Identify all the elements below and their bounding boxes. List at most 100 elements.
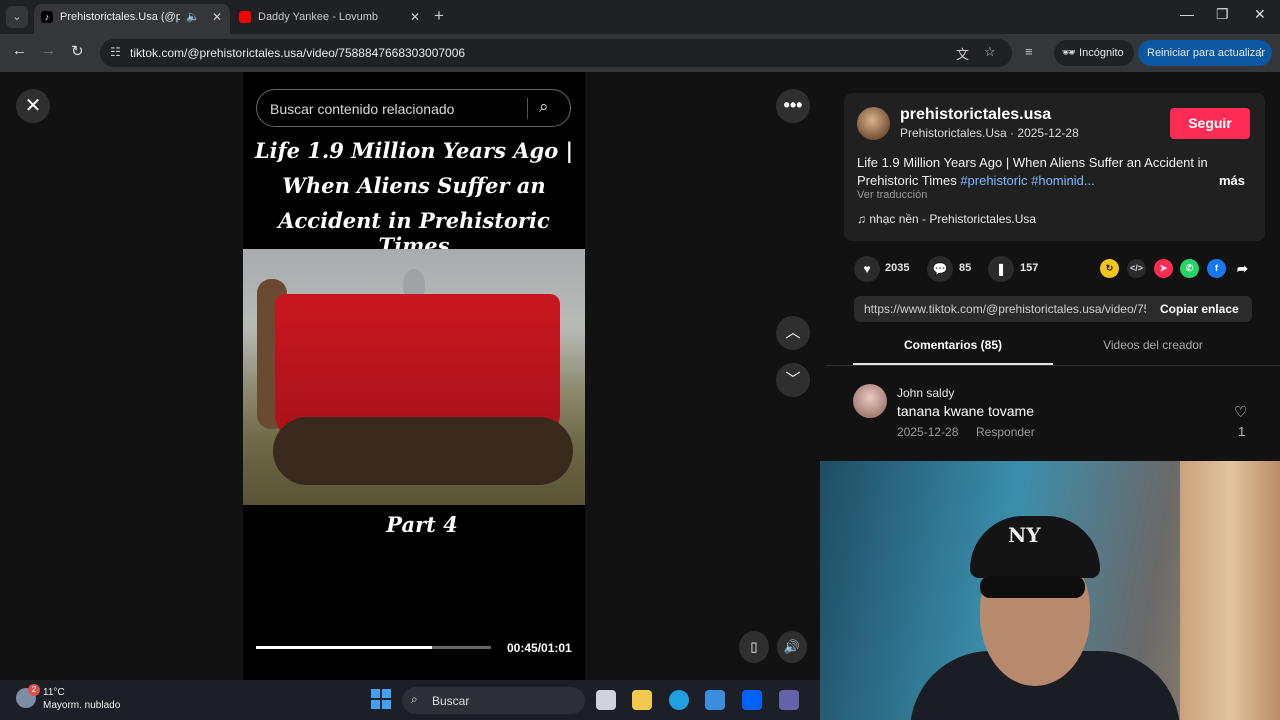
taskbar-search-label: Buscar — [432, 694, 470, 708]
minimize-icon[interactable]: — — [1180, 6, 1194, 22]
task-view-icon[interactable] — [596, 690, 616, 710]
share-link-box: https://www.tiktok.com/@prehistorictales… — [854, 296, 1252, 322]
incognito-badge[interactable]: 🕶 Incógnito — [1054, 40, 1134, 66]
forward-icon[interactable]: → — [41, 42, 56, 59]
creator-display-name: Prehistorictales.Usa — [900, 126, 1007, 140]
address-bar[interactable]: ☷ tiktok.com/@prehistorictales.usa/video… — [100, 39, 1012, 67]
teams-icon[interactable] — [779, 690, 799, 710]
tab-search-button[interactable]: ⌄ — [6, 6, 28, 28]
comment-like-heart-icon[interactable]: ♡ — [1234, 403, 1247, 421]
tab-creator-videos[interactable]: Videos del creador — [1053, 338, 1253, 352]
incognito-icon: 🕶 — [1062, 47, 1080, 59]
previous-video-button[interactable]: ︿ — [776, 316, 810, 350]
facebook-icon[interactable]: f — [1207, 259, 1226, 278]
curtain — [1180, 461, 1280, 720]
dropbox-icon[interactable] — [742, 690, 762, 710]
creator-username[interactable]: prehistorictales.usa — [900, 106, 1051, 124]
music-row[interactable]: ♫ nhạc nền - Prehistorictales.Usa — [857, 212, 1036, 226]
share-arrow-icon[interactable]: ➦ — [1233, 259, 1252, 278]
weather-temperature[interactable]: 11°C — [43, 687, 65, 698]
hashtag-links[interactable]: #prehistoric #hominid... — [960, 173, 1094, 188]
see-translation-link[interactable]: Ver traducción — [857, 189, 927, 201]
sunglasses — [980, 576, 1085, 598]
bookmark-icon[interactable]: ❚ — [988, 256, 1014, 282]
comment-avatar[interactable] — [853, 384, 887, 418]
update-button[interactable]: Reiniciar para actualizar ⋮ — [1138, 40, 1272, 66]
description-line-2: Prehistoric Times #prehistoric #hominid.… — [857, 173, 1095, 188]
comment-like-count: 1 — [1238, 424, 1246, 439]
autoscroll-icon[interactable]: ▯ — [739, 631, 769, 663]
creator-meta: Prehistorictales.Usa · 2025-12-28 — [900, 126, 1079, 140]
windows-start-icon[interactable] — [371, 689, 391, 709]
follow-button[interactable]: Seguir — [1170, 108, 1250, 139]
star-icon[interactable]: ☆ — [984, 44, 996, 60]
search-placeholder: Buscar contenido relacionado — [270, 101, 455, 117]
tiktok-favicon-icon: ♪ — [41, 11, 53, 23]
description-text: Prehistoric Times — [857, 173, 961, 188]
browser-toolbar: ← → ↻ ☷ tiktok.com/@prehistorictales.usa… — [0, 34, 1280, 72]
related-search-input[interactable]: Buscar contenido relacionado ⌕ — [256, 89, 571, 127]
creator-avatar[interactable] — [857, 107, 890, 140]
share-link-url[interactable]: https://www.tiktok.com/@prehistorictales… — [864, 302, 1146, 316]
tab-tiktok[interactable]: ♪ Prehistorictales.Usa (@prehis 🔈 ✕ — [34, 4, 230, 34]
new-tab-icon[interactable]: + — [434, 6, 444, 26]
tab-comments[interactable]: Comentarios (85) — [853, 338, 1053, 352]
video-progress-bar[interactable] — [256, 646, 491, 649]
address-url[interactable]: tiktok.com/@prehistorictales.usa/video/7… — [130, 46, 465, 60]
comment-username[interactable]: John saldy — [897, 386, 954, 400]
weather-condition[interactable]: Mayorm. nublado — [43, 700, 120, 711]
more-options-button[interactable]: ••• — [776, 89, 810, 123]
search-icon: ⌕ — [411, 692, 418, 706]
like-count: 2035 — [885, 262, 910, 274]
site-info-icon[interactable]: ☷ — [110, 45, 121, 59]
repost-icon[interactable]: ↻ — [1100, 259, 1119, 278]
close-video-button[interactable]: ✕ — [16, 89, 50, 123]
video-time: 00:45/01:01 — [507, 641, 572, 655]
video-title-line-1: Life 1.9 Million Years Ago | — [254, 138, 574, 163]
tab-title: Daddy Yankee - Lovumba - You — [258, 11, 378, 23]
comment-count: 85 — [959, 262, 972, 274]
speaker-icon[interactable]: 🔈 — [186, 4, 200, 30]
edge-icon[interactable] — [669, 690, 689, 710]
like-heart-icon[interactable]: ♥ — [854, 256, 880, 282]
copy-link-button[interactable]: Copiar enlace — [1160, 302, 1239, 316]
post-date: 2025-12-28 — [1017, 126, 1079, 140]
more-description-link[interactable]: más — [1219, 173, 1245, 188]
hairy-creature — [273, 417, 573, 485]
youtube-favicon-icon — [239, 11, 251, 23]
volume-icon[interactable]: 🔊 — [777, 631, 807, 663]
taskbar-search[interactable]: ⌕ Buscar — [402, 687, 585, 714]
description-line-1: Life 1.9 Million Years Ago | When Aliens… — [857, 155, 1208, 170]
save-count: 157 — [1020, 262, 1039, 274]
weather-badge: 2 — [28, 684, 40, 696]
incognito-label: Incógnito — [1079, 47, 1124, 59]
webcam-overlay: NY — [820, 461, 1280, 720]
video-title-line-2: When Aliens Suffer an — [282, 173, 546, 198]
tab-divider — [826, 365, 1280, 366]
music-title: nhạc nền - Prehistorictales.Usa — [869, 212, 1037, 226]
comment-text: tanana kwane tovame — [897, 403, 1034, 419]
part-label: Part 4 — [386, 512, 458, 537]
menu-dots-icon[interactable]: ⋮ — [1255, 40, 1266, 66]
browser-tab-bar: ⌄ ♪ Prehistorictales.Usa (@prehis 🔈 ✕ Da… — [0, 0, 1280, 34]
search-icon[interactable]: ⌕ — [539, 97, 549, 117]
tab-youtube[interactable]: Daddy Yankee - Lovumba - You ✕ — [232, 4, 428, 34]
send-icon[interactable]: ➤ — [1154, 259, 1173, 278]
close-tab-icon[interactable]: ✕ — [212, 4, 222, 30]
media-control-icon[interactable]: ≡ — [1025, 44, 1033, 59]
embed-icon[interactable]: </> — [1127, 259, 1146, 278]
comment-icon[interactable]: 💬 — [927, 256, 953, 282]
next-video-button[interactable]: ﹀ — [776, 363, 810, 397]
window-close-icon[interactable]: ✕ — [1254, 6, 1266, 23]
reload-icon[interactable]: ↻ — [71, 42, 84, 60]
back-icon[interactable]: ← — [12, 42, 27, 59]
close-tab-icon[interactable]: ✕ — [410, 4, 420, 30]
whatsapp-icon[interactable]: ✆ — [1180, 259, 1199, 278]
video-frame-image — [243, 249, 585, 505]
store-icon[interactable] — [705, 690, 725, 710]
file-explorer-icon[interactable] — [632, 690, 652, 710]
reply-button[interactable]: Responder — [976, 425, 1035, 439]
update-label: Reiniciar para actualizar — [1147, 47, 1265, 59]
maximize-icon[interactable]: ❐ — [1216, 6, 1229, 23]
translate-icon[interactable]: 文 — [956, 44, 969, 63]
